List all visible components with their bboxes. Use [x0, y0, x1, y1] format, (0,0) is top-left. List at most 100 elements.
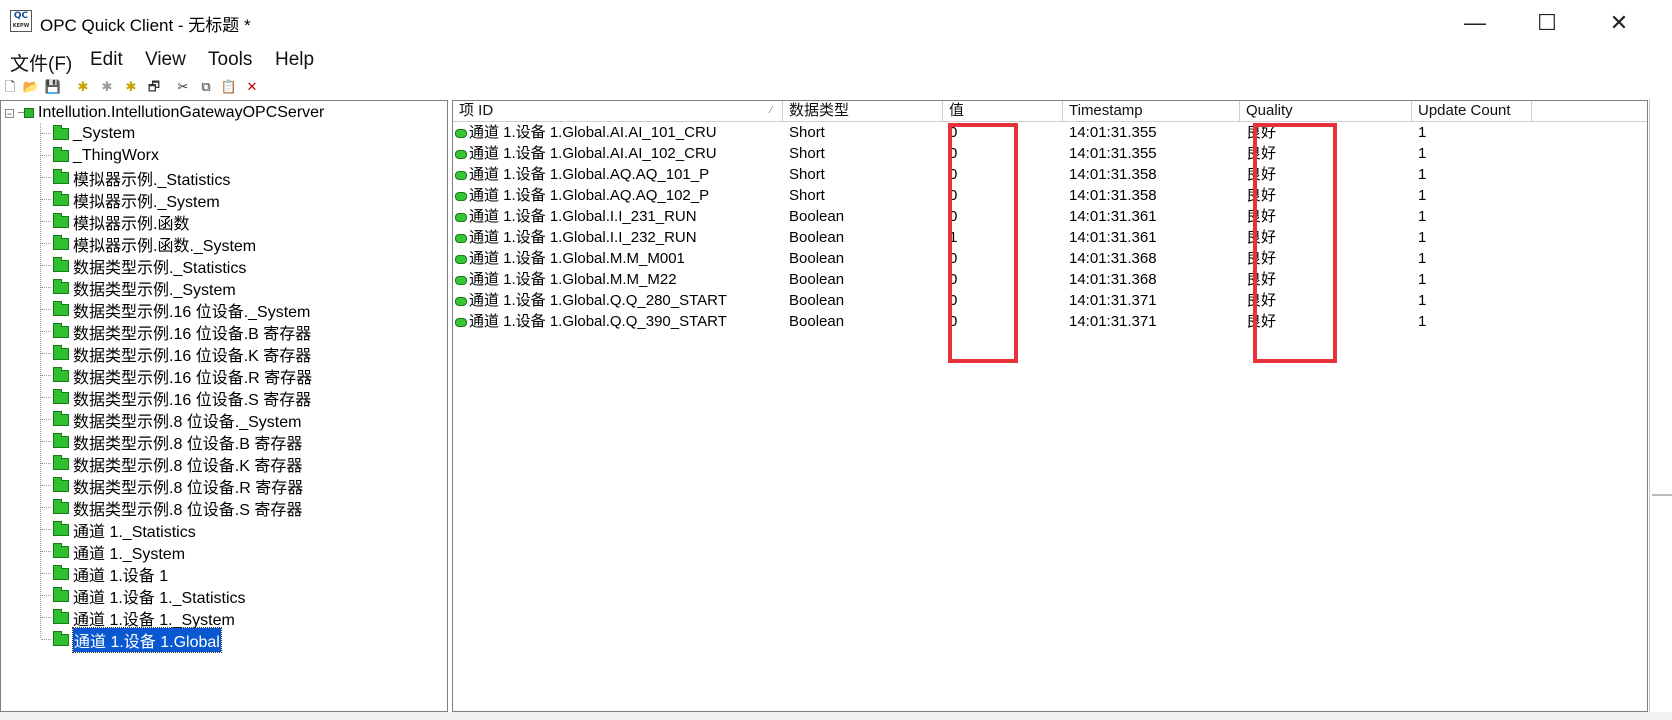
menu-edit[interactable]: Edit	[90, 49, 123, 71]
item-id-text: 通道 1.设备 1.Global.Q.Q_390_START	[469, 313, 727, 330]
tree-item-group[interactable]: _ThingWorx	[53, 145, 159, 166]
new-icon[interactable]: 🗋	[1, 78, 19, 96]
tree-root-label: Intellution.IntellutionGatewayOPCServer	[38, 104, 325, 121]
new-item-icon[interactable]: ✱	[122, 78, 140, 96]
folder-icon	[53, 520, 69, 536]
tree-item-label: 模拟器示例._System	[73, 193, 220, 211]
tree-item-group[interactable]: 数据类型示例._Statistics	[53, 255, 246, 277]
timestamp-cell: 14:01:31.361	[1069, 229, 1157, 246]
list-header: 项 ID ⁄ 数据类型 值 Timestamp Quality Update C…	[453, 101, 1647, 122]
tree-connector	[41, 507, 51, 508]
timestamp-cell: 14:01:31.355	[1069, 145, 1157, 162]
tree-item-group[interactable]: 通道 1.设备 1._Statistics	[53, 585, 246, 607]
folder-icon	[53, 476, 69, 492]
folder-icon	[53, 212, 69, 228]
update-count-cell: 1	[1418, 187, 1427, 204]
tree-item-group[interactable]: 数据类型示例.16 位设备.S 寄存器	[53, 387, 311, 409]
close-button[interactable]: ✕	[1587, 0, 1651, 45]
folder-icon	[53, 388, 69, 404]
paste-icon[interactable]: 📋	[220, 78, 238, 96]
table-row[interactable]: 通道 1.设备 1.Global.AI.AI_102_CRU Short 0 14:0…	[453, 144, 1647, 164]
column-header-timestamp[interactable]: Timestamp	[1063, 101, 1240, 121]
tree-root-server[interactable]: − Intellution.IntellutionGatewayOPCServe…	[5, 103, 324, 123]
tree-connector	[41, 397, 51, 398]
delete-icon[interactable]: ✕	[243, 78, 261, 96]
tree-item-group[interactable]: 数据类型示例._System	[53, 277, 236, 299]
tree-item-group[interactable]: _System	[53, 123, 135, 144]
tree-item-group[interactable]: 数据类型示例.8 位设备.S 寄存器	[53, 497, 302, 519]
tree-item-group[interactable]: 模拟器示例._Statistics	[53, 167, 230, 189]
tree-connector	[41, 617, 51, 618]
folder-icon	[53, 168, 69, 184]
item-id-text: 通道 1.设备 1.Global.AI.AI_101_CRU	[469, 124, 717, 141]
tree-item-group[interactable]: 数据类型示例.8 位设备.R 寄存器	[53, 475, 304, 497]
menu-view[interactable]: View	[145, 49, 186, 71]
tree-item-group[interactable]: 数据类型示例.16 位设备.B 寄存器	[53, 321, 312, 343]
tree-item-label: 数据类型示例.8 位设备.R 寄存器	[73, 479, 304, 497]
title-bar[interactable]: QC KEPW OPC Quick Client - 无标题 * — ☐ ✕	[0, 0, 1650, 45]
table-row[interactable]: 通道 1.设备 1.Global.I.I_231_RUN Boolean 0 14:0…	[453, 207, 1647, 227]
tree-item-label: 数据类型示例.16 位设备.B 寄存器	[73, 325, 312, 343]
column-header-update-count[interactable]: Update Count	[1412, 101, 1532, 121]
tree-connector	[41, 485, 51, 486]
folder-icon	[53, 564, 69, 580]
divider	[1652, 494, 1672, 496]
table-row[interactable]: 通道 1.设备 1.Global.M.M_M001 Boolean 0 14:01:3…	[453, 249, 1647, 269]
value-column-highlight	[948, 123, 1018, 363]
tree-item-group[interactable]: 通道 1._Statistics	[53, 519, 196, 541]
tree-item-group[interactable]: 数据类型示例.8 位设备.K 寄存器	[53, 453, 302, 475]
tree-item-group[interactable]: 通道 1.设备 1	[53, 563, 168, 585]
table-row[interactable]: 通道 1.设备 1.Global.AQ.AQ_102_P Short 0 14:01:…	[453, 186, 1647, 206]
update-count-cell: 1	[1418, 250, 1427, 267]
tree-item-group[interactable]: 数据类型示例.8 位设备.B 寄存器	[53, 431, 303, 453]
new-group-icon[interactable]: ✱	[98, 78, 116, 96]
folder-icon	[53, 410, 69, 426]
item-tag-icon	[455, 149, 467, 159]
maximize-button[interactable]: ☐	[1515, 0, 1579, 45]
column-header-item-id[interactable]: 项 ID ⁄	[453, 101, 783, 121]
open-icon[interactable]: 📂	[22, 78, 40, 96]
properties-icon[interactable]: 🗗	[145, 78, 163, 96]
table-row[interactable]: 通道 1.设备 1.Global.M.M_M22 Boolean 0 14:01:31…	[453, 270, 1647, 290]
table-row[interactable]: 通道 1.设备 1.Global.Q.Q_390_START Boolean 0 14…	[453, 312, 1647, 332]
table-row[interactable]: 通道 1.设备 1.Global.AI.AI_101_CRU Short 0 14:0…	[453, 123, 1647, 143]
tree-connector	[41, 595, 51, 596]
maximize-icon: ☐	[1537, 9, 1557, 35]
item-list-pane[interactable]: 项 ID ⁄ 数据类型 值 Timestamp Quality Update C…	[452, 100, 1648, 712]
item-id-cell: 通道 1.设备 1.Global.M.M_M22	[453, 270, 783, 290]
server-tree-pane[interactable]: − Intellution.IntellutionGatewayOPCServe…	[0, 100, 448, 712]
column-header-value[interactable]: 值	[943, 101, 1063, 121]
table-row[interactable]: 通道 1.设备 1.Global.Q.Q_280_START Boolean 0 14…	[453, 291, 1647, 311]
tree-item-label: _System	[73, 124, 136, 142]
tree-item-group[interactable]: 数据类型示例.16 位设备.R 寄存器	[53, 365, 312, 387]
tree-connector	[41, 573, 51, 574]
copy-icon[interactable]: ⧉	[197, 78, 215, 96]
tree-item-group[interactable]: 通道 1.设备 1.Global	[53, 626, 222, 653]
collapse-icon[interactable]: −	[5, 108, 14, 118]
tree-item-group[interactable]: 模拟器示例._System	[53, 189, 220, 211]
menu-tools[interactable]: Tools	[208, 49, 252, 71]
tree-item-group[interactable]: 通道 1.设备 1._System	[53, 607, 235, 629]
tree-item-group[interactable]: 数据类型示例.16 位设备._System	[53, 299, 310, 321]
folder-icon	[53, 498, 69, 514]
app-icon-text: QC	[13, 11, 29, 21]
tree-item-group[interactable]: 模拟器示例.函数._System	[53, 233, 256, 255]
cut-icon[interactable]: ✂	[174, 78, 192, 96]
item-id-cell: 通道 1.设备 1.Global.Q.Q_390_START	[453, 312, 783, 332]
tree-item-group[interactable]: 数据类型示例.16 位设备.K 寄存器	[53, 343, 311, 365]
folder-icon	[53, 146, 69, 162]
timestamp-cell: 14:01:31.371	[1069, 292, 1157, 309]
minimize-button[interactable]: —	[1443, 0, 1507, 45]
tree-item-group[interactable]: 模拟器示例.函数	[53, 211, 189, 233]
table-row[interactable]: 通道 1.设备 1.Global.AQ.AQ_101_P Short 0 14:01:…	[453, 165, 1647, 185]
tree-item-group[interactable]: 通道 1._System	[53, 541, 185, 563]
column-header-quality[interactable]: Quality	[1240, 101, 1412, 121]
tree-item-label: 数据类型示例.8 位设备.B 寄存器	[73, 435, 303, 453]
menu-help[interactable]: Help	[275, 49, 314, 71]
new-server-icon[interactable]: ✱	[74, 78, 92, 96]
column-header-data-type[interactable]: 数据类型	[783, 101, 943, 121]
tree-item-group[interactable]: 数据类型示例.8 位设备._System	[53, 409, 301, 431]
table-row[interactable]: 通道 1.设备 1.Global.I.I_232_RUN Boolean 1 14:0…	[453, 228, 1647, 248]
save-icon[interactable]: 💾	[44, 78, 62, 96]
menu-file[interactable]: 文件(F)	[10, 49, 72, 76]
